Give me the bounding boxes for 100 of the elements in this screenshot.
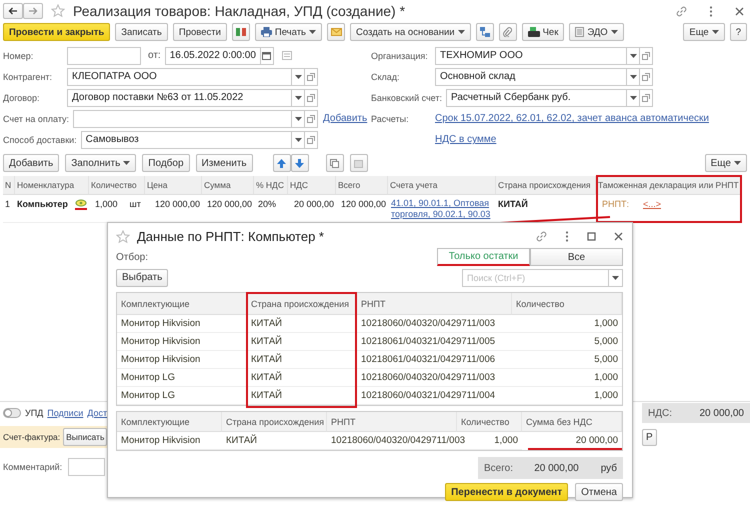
date-field[interactable]: 16.05.2022 0:00:00 bbox=[164, 46, 261, 64]
caret-icon bbox=[612, 276, 619, 280]
move-down-button[interactable] bbox=[290, 154, 309, 172]
create-based-button[interactable]: Создать на основании bbox=[350, 23, 471, 41]
add-link[interactable]: Добавить bbox=[323, 113, 368, 124]
print-button[interactable]: Печать bbox=[254, 23, 322, 41]
quantity: 1,000 bbox=[594, 372, 618, 383]
marked-eye-icon bbox=[75, 199, 87, 210]
envelope-icon bbox=[330, 28, 342, 36]
select-button[interactable]: Выбрать bbox=[116, 268, 168, 286]
caret-icon bbox=[294, 96, 302, 100]
post-button[interactable]: Провести bbox=[172, 23, 227, 41]
dropdown-button[interactable] bbox=[292, 130, 305, 148]
copy-icon bbox=[330, 158, 340, 168]
window-icon bbox=[307, 136, 315, 144]
email-button[interactable] bbox=[327, 23, 346, 41]
more-icon[interactable] bbox=[709, 6, 713, 16]
component-name: Монитор Hikvision bbox=[121, 354, 200, 365]
column-header: Количество bbox=[89, 176, 145, 195]
column-header: Счета учета bbox=[388, 176, 496, 195]
edo-button[interactable]: ЭДО bbox=[569, 23, 624, 41]
rnpt-number: 10218061/040321/0429711/005 bbox=[361, 336, 496, 347]
move-up-button[interactable] bbox=[272, 154, 291, 172]
copy-button[interactable] bbox=[326, 154, 344, 172]
close-icon[interactable] bbox=[735, 6, 744, 16]
transfer-button[interactable]: Перенести в документ bbox=[445, 483, 568, 501]
quantity: 5,000 bbox=[594, 354, 618, 365]
select-field[interactable]: Договор поставки №63 от 11.05.2022 bbox=[67, 88, 292, 106]
post-close-button[interactable]: Провести и закрыть bbox=[3, 23, 110, 41]
rnpt-number: 10218060/040320/0429711/003 bbox=[331, 435, 466, 446]
structure-icon bbox=[480, 27, 490, 37]
star-icon bbox=[51, 4, 65, 18]
customs-label: РНПТ: bbox=[602, 199, 629, 211]
amount: 120 000,00 bbox=[206, 199, 252, 209]
link-icon[interactable] bbox=[536, 231, 547, 242]
maximize-icon[interactable] bbox=[587, 232, 596, 241]
window-icon bbox=[642, 72, 650, 80]
register-icon bbox=[528, 27, 540, 37]
upd-toggle[interactable] bbox=[3, 408, 21, 418]
component-name: Монитор Hikvision bbox=[121, 336, 200, 347]
search-field[interactable]: Поиск (Ctrl+F) bbox=[462, 268, 609, 286]
customs-link[interactable]: <...> bbox=[642, 199, 661, 222]
more-button[interactable]: Еще bbox=[683, 23, 725, 41]
field-label: Контрагент: bbox=[2, 72, 54, 82]
back-button[interactable] bbox=[3, 3, 23, 19]
structure-button[interactable] bbox=[476, 23, 494, 41]
select-field[interactable]: Самовывоз bbox=[80, 130, 292, 148]
caret-icon bbox=[630, 54, 636, 58]
dropdown-button[interactable] bbox=[292, 88, 305, 106]
calendar-button[interactable] bbox=[260, 46, 274, 64]
column-header: Сумма без НДС bbox=[522, 412, 622, 432]
total: 120 000,00 bbox=[340, 199, 386, 209]
filter-tab[interactable]: Все bbox=[530, 248, 623, 266]
column-header: Страна происхождения bbox=[247, 293, 357, 315]
country: КИТАЙ bbox=[226, 435, 258, 446]
close-icon[interactable] bbox=[614, 232, 623, 241]
help-button[interactable]: ? bbox=[730, 23, 747, 41]
save-button[interactable]: Записать bbox=[115, 23, 168, 41]
dropdown-button[interactable] bbox=[292, 68, 305, 86]
more-button[interactable]: Еще bbox=[704, 154, 747, 172]
document-icon bbox=[575, 27, 584, 37]
attach-button[interactable] bbox=[498, 23, 517, 41]
pick-button[interactable]: Подбор bbox=[142, 154, 190, 172]
dropdown-button[interactable] bbox=[627, 46, 640, 64]
country: КИТАЙ bbox=[251, 390, 282, 401]
more-icon[interactable] bbox=[565, 231, 569, 242]
select-field[interactable]: ТЕХНОМИР ООО bbox=[435, 46, 627, 64]
settlement-link[interactable]: Срок 15.07.2022, 62.01, 62.02, зачет аванса автоматически bbox=[435, 113, 709, 124]
dropdown-button[interactable] bbox=[627, 68, 640, 86]
settlement-link[interactable]: НДС в сумме bbox=[435, 134, 496, 145]
select-field[interactable]: Основной склад bbox=[435, 68, 627, 86]
dropdown-button[interactable] bbox=[292, 110, 305, 128]
rnpt-number: 10218061/040321/0429711/006 bbox=[361, 354, 496, 365]
select-field[interactable] bbox=[73, 110, 292, 128]
small-button[interactable]: Р bbox=[642, 428, 657, 446]
edit-button[interactable]: Изменить bbox=[196, 154, 253, 172]
receipt-button[interactable]: Чек bbox=[522, 23, 564, 41]
column-header: Страна происхождения bbox=[222, 412, 327, 432]
issue-button[interactable]: Выписать bbox=[63, 428, 108, 446]
caret-icon bbox=[458, 30, 465, 34]
comment-field[interactable] bbox=[68, 458, 106, 476]
select-field[interactable]: Расчетный Сбербанк руб. bbox=[446, 88, 627, 106]
select-field[interactable]: КЛЕОПАТРА ООО bbox=[67, 68, 292, 86]
signatures-link[interactable]: Подписи bbox=[47, 408, 84, 418]
dropdown-button[interactable] bbox=[627, 88, 640, 106]
dropdown-button[interactable] bbox=[609, 268, 623, 286]
total-label: Всего: bbox=[484, 462, 513, 474]
add-button[interactable]: Добавить bbox=[3, 154, 60, 172]
number-field[interactable] bbox=[67, 46, 141, 64]
accounts-link[interactable]: 41.01, 90.01.1, Оптовая торговля, 90.02.1, 90.03 bbox=[391, 198, 493, 220]
filter-tab[interactable]: Только остатки bbox=[437, 248, 530, 266]
vat-label: НДС: bbox=[648, 408, 672, 418]
vat-amount: 20 000,00 bbox=[294, 199, 334, 209]
cancel-button[interactable]: Отмена bbox=[575, 483, 623, 501]
link-icon[interactable] bbox=[676, 6, 687, 16]
delivery-link[interactable]: Дост bbox=[87, 408, 108, 418]
fill-button[interactable]: Заполнить bbox=[65, 154, 136, 172]
column-header: Количество bbox=[512, 293, 622, 315]
country: КИТАЙ bbox=[251, 354, 282, 365]
field-label: Организация: bbox=[370, 50, 429, 60]
